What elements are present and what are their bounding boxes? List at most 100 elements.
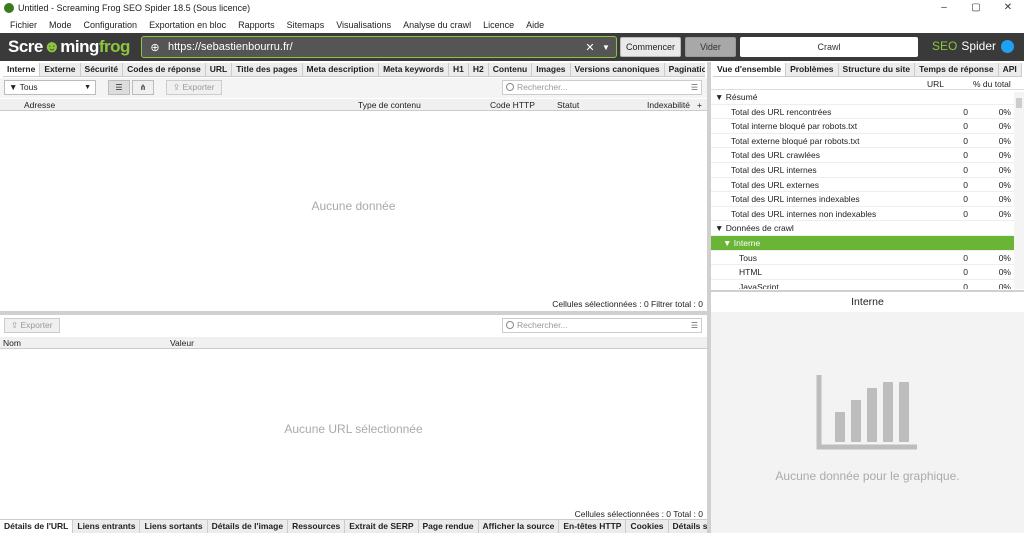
- tab-details-de-l-image[interactable]: Détails de l'image: [208, 520, 289, 533]
- menu-configuration[interactable]: Configuration: [84, 20, 138, 30]
- overview-scrollbar[interactable]: [1014, 92, 1024, 289]
- col-indexability[interactable]: Indexabilité: [647, 99, 690, 111]
- col-http-code[interactable]: Code HTTP: [490, 99, 535, 111]
- menu-aide[interactable]: Aide: [526, 20, 544, 30]
- tab-vue-d-ensemble[interactable]: Vue d'ensemble: [713, 63, 787, 76]
- overview-row[interactable]: Total des URL internes 0 0%: [711, 163, 1015, 178]
- tab-h2[interactable]: H2: [469, 63, 489, 76]
- tab-details-sur-les-doublon[interactable]: Détails sur les doublon: [669, 520, 707, 533]
- col-content-type[interactable]: Type de contenu: [358, 99, 421, 111]
- overview-row-label: Total des URL internes indexables: [731, 194, 860, 205]
- overview-row-label: ▼ Interne: [723, 238, 761, 248]
- tab-liens-entrants[interactable]: Liens entrants: [73, 520, 141, 533]
- tab-en-tetes-http[interactable]: En-têtes HTTP: [559, 520, 627, 533]
- filter-select[interactable]: ▼ Tous ▼: [4, 80, 96, 95]
- window-title: Untitled - Screaming Frog SEO Spider 18.…: [18, 3, 251, 13]
- url-history-dropdown-icon[interactable]: ▼: [598, 43, 614, 52]
- url-value[interactable]: https://sebastienbourru.fr/: [168, 41, 582, 53]
- overview-row[interactable]: JavaScript 0 0%: [711, 280, 1015, 289]
- detail-status: Cellules sélectionnées : 0 Total : 0: [574, 509, 703, 519]
- overview-row[interactable]: ▼ Données de crawl: [711, 221, 1015, 236]
- tab-externe[interactable]: Externe: [40, 63, 81, 76]
- overview-row-label: ▼ Résumé: [715, 92, 758, 102]
- overview-row[interactable]: Total des URL internes indexables 0 0%: [711, 192, 1015, 207]
- menu-visualisations[interactable]: Visualisations: [336, 20, 391, 30]
- tab-meta-keywords[interactable]: Meta keywords: [379, 63, 450, 76]
- tab-temps-de-reponse[interactable]: Temps de réponse: [915, 63, 999, 76]
- overview-row[interactable]: Total interne bloqué par robots.txt 0 0%: [711, 119, 1015, 134]
- minimize-button[interactable]: –: [928, 0, 960, 16]
- tab-structure-du-site[interactable]: Structure du site: [839, 63, 916, 76]
- tab-pagination[interactable]: Pagination: [665, 63, 705, 76]
- detail-search-input[interactable]: Rechercher... ☰: [502, 318, 702, 333]
- overview-row-count: 0: [963, 281, 968, 289]
- top-tabs: Interne Externe Sécurité Codes de réponse UR…: [3, 63, 705, 77]
- tab-contenu[interactable]: Contenu: [489, 63, 533, 76]
- start-button[interactable]: Commencer: [620, 37, 681, 57]
- overview-row[interactable]: HTML 0 0%: [711, 265, 1015, 280]
- close-window-button[interactable]: ✕: [992, 0, 1024, 16]
- twitter-icon[interactable]: [1001, 39, 1014, 53]
- search-options-icon[interactable]: ☰: [691, 319, 698, 332]
- tab-images[interactable]: Images: [532, 63, 571, 76]
- tab-details-de-l-url[interactable]: Détails de l'URL: [0, 520, 74, 533]
- clear-button[interactable]: Vider: [685, 37, 736, 57]
- horizontal-splitter[interactable]: [0, 311, 707, 315]
- search-input[interactable]: Rechercher... ☰: [502, 80, 702, 95]
- right-horizontal-splitter[interactable]: [711, 290, 1024, 292]
- overview-row[interactable]: Total des URL crawlées 0 0%: [711, 148, 1015, 163]
- menu-analyse-du-crawl[interactable]: Analyse du crawl: [403, 20, 471, 30]
- bar-chart-placeholder-icon: [816, 375, 917, 450]
- tab-meta-description[interactable]: Meta description: [303, 63, 380, 76]
- detail-empty-text: Aucune URL sélectionnée: [284, 422, 423, 436]
- tab-afficher-la-source[interactable]: Afficher la source: [479, 520, 560, 533]
- overview-row[interactable]: ▼ Interne: [711, 236, 1015, 251]
- tab-url[interactable]: URL: [206, 63, 233, 76]
- clear-url-icon[interactable]: ✕: [582, 41, 598, 54]
- col-status[interactable]: Statut: [557, 99, 579, 111]
- menu-licence[interactable]: Licence: [483, 20, 514, 30]
- url-input[interactable]: ⊕ https://sebastienbourru.fr/ ✕ ▼: [141, 36, 617, 58]
- tab-cookies[interactable]: Cookies: [626, 520, 669, 533]
- overview-row-count: 0: [963, 252, 968, 263]
- overview-row[interactable]: Total des URL externes 0 0%: [711, 178, 1015, 193]
- tab-problemes[interactable]: Problèmes: [786, 63, 839, 76]
- scrollbar-thumb[interactable]: [1016, 98, 1022, 108]
- search-options-icon[interactable]: ☰: [691, 81, 698, 94]
- menu-exportation-en-bloc[interactable]: Exportation en bloc: [149, 20, 226, 30]
- add-column-button[interactable]: +: [697, 99, 702, 111]
- tab-extrait-de-serp[interactable]: Extrait de SERP: [345, 520, 419, 533]
- tab-versions-canoniques[interactable]: Versions canoniques: [571, 63, 665, 76]
- export-button[interactable]: ⇪ Exporter: [166, 80, 222, 95]
- tab-title-des-pages[interactable]: Title des pages: [232, 63, 303, 76]
- menu-fichier[interactable]: Fichier: [10, 20, 37, 30]
- tab-codes-de-reponse[interactable]: Codes de réponse: [123, 63, 206, 76]
- menu-mode[interactable]: Mode: [49, 20, 72, 30]
- detail-export-button[interactable]: ⇪ Exporter: [4, 318, 60, 333]
- tab-api[interactable]: API: [999, 63, 1022, 76]
- overview-row[interactable]: Total des URL internes non indexables 0 0%: [711, 207, 1015, 222]
- tab-h1[interactable]: H1: [449, 63, 469, 76]
- overview-row-count: 0: [963, 106, 968, 117]
- list-view-button[interactable]: ☰: [108, 80, 130, 95]
- tree-view-button[interactable]: ⋔: [132, 80, 154, 95]
- overview-row[interactable]: ▼ Résumé: [711, 90, 1015, 105]
- overview-row[interactable]: Total externe bloqué par robots.txt 0 0%: [711, 134, 1015, 149]
- tab-ressources[interactable]: Ressources: [288, 520, 346, 533]
- overview-row[interactable]: Total des URL rencontrées 0 0%: [711, 105, 1015, 120]
- overview-row-percent: 0%: [998, 267, 1011, 278]
- tab-page-rendue[interactable]: Page rendue: [419, 520, 479, 533]
- filter-icon: ▼: [9, 82, 20, 92]
- menu-sitemaps[interactable]: Sitemaps: [287, 20, 325, 30]
- overview-row-percent: 0%: [998, 106, 1011, 117]
- tab-liens-sortants[interactable]: Liens sortants: [140, 520, 208, 533]
- col-value[interactable]: Valeur: [170, 337, 194, 349]
- overview-row-percent: 0%: [998, 281, 1011, 289]
- menu-rapports[interactable]: Rapports: [238, 20, 275, 30]
- tab-securite[interactable]: Sécurité: [81, 63, 124, 76]
- col-name[interactable]: Nom: [3, 337, 21, 349]
- tab-interne[interactable]: Interne: [3, 63, 41, 76]
- overview-row[interactable]: Tous 0 0%: [711, 251, 1015, 266]
- col-address[interactable]: Adresse: [24, 99, 55, 111]
- maximize-button[interactable]: ▢: [960, 0, 992, 16]
